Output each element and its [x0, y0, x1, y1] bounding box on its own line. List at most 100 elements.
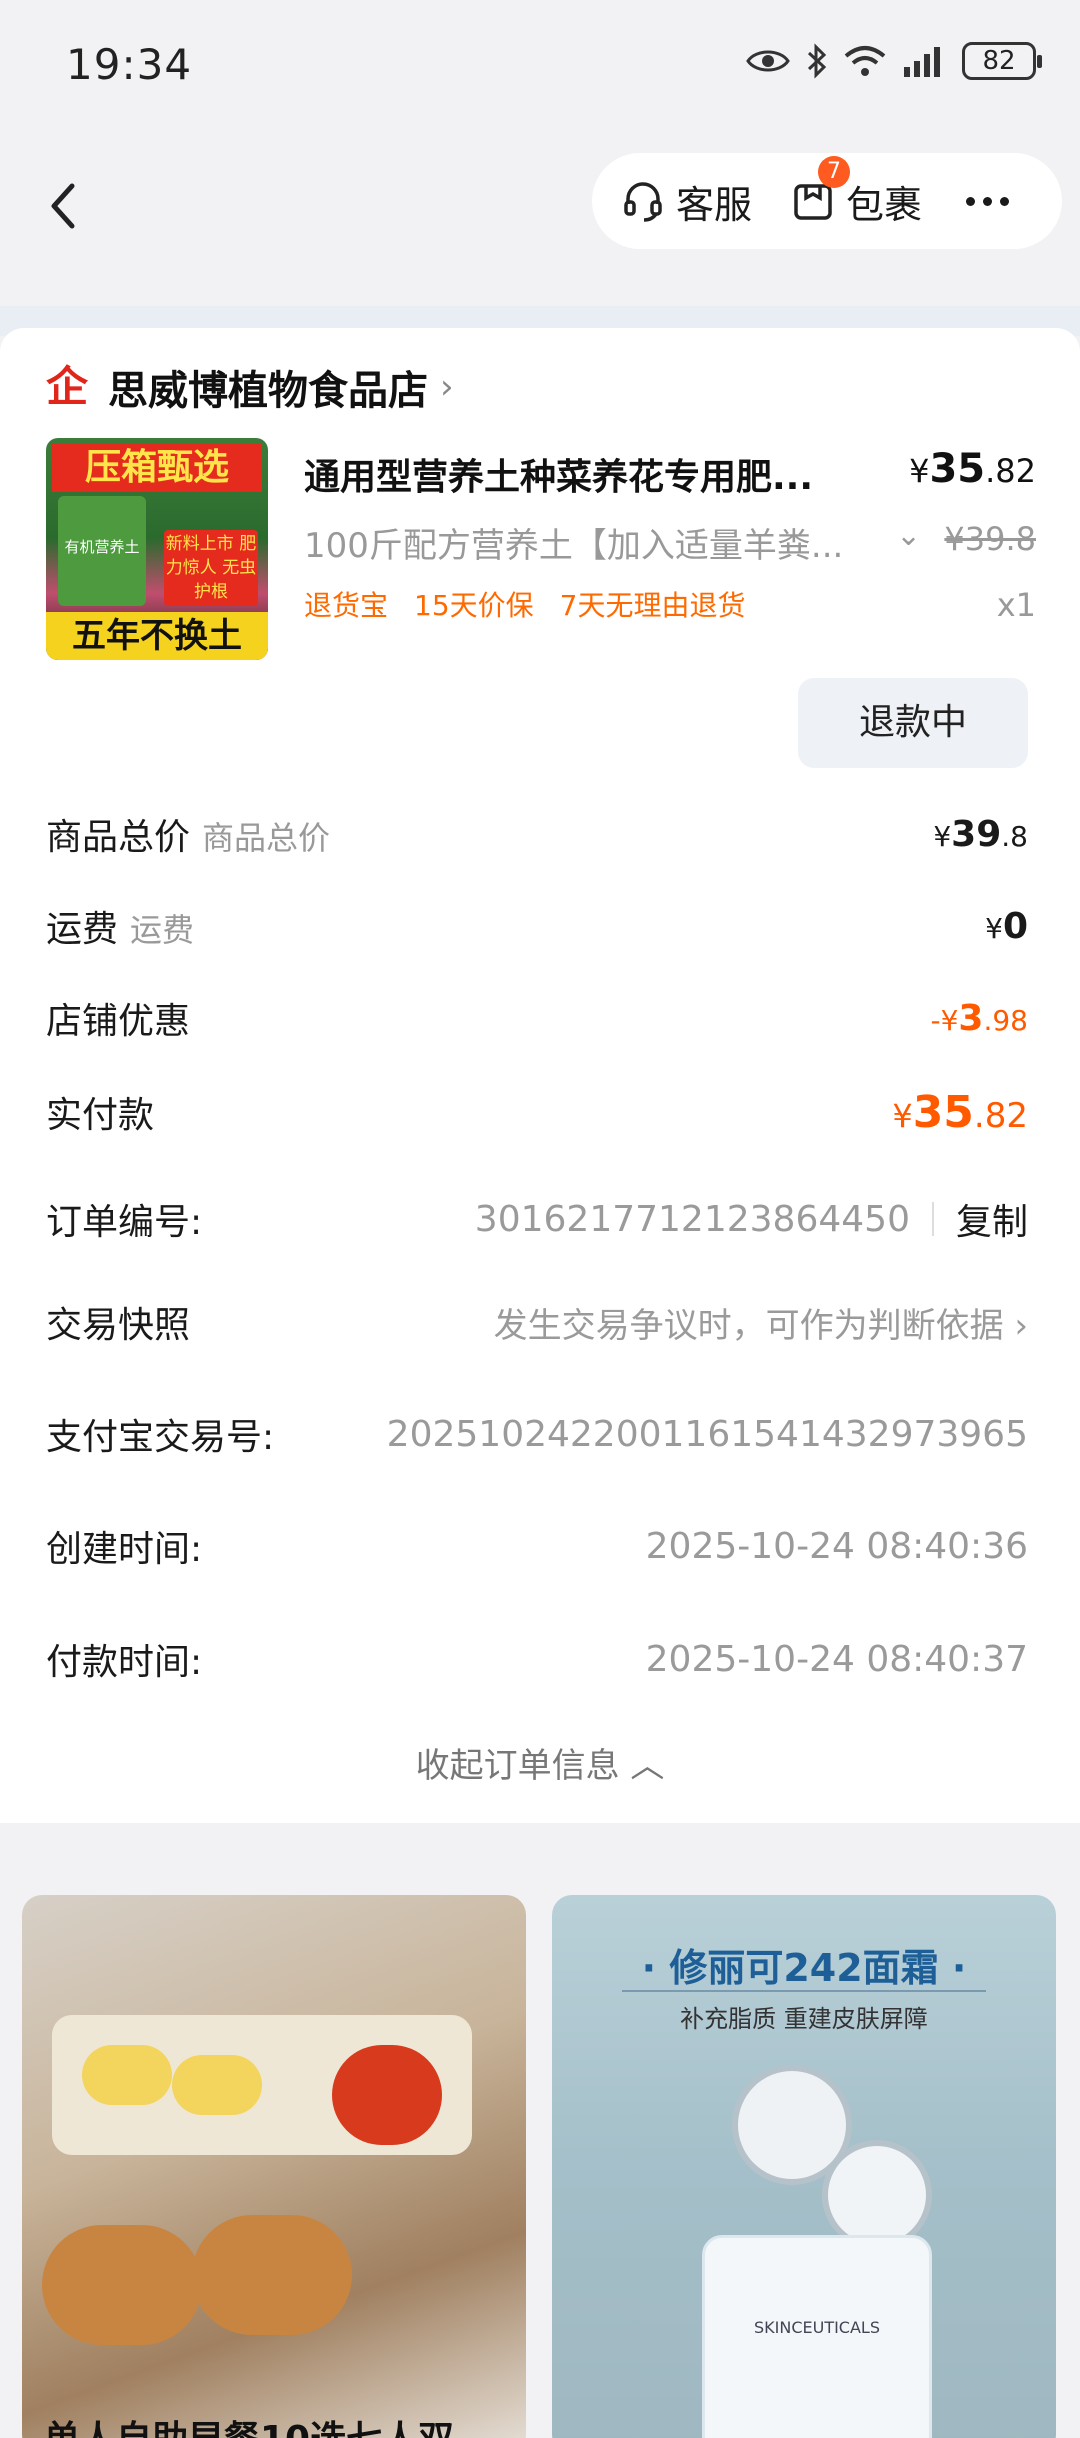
customer-service-label: 客服 — [676, 182, 753, 227]
goods-total-value: ¥39.8 — [933, 813, 1028, 855]
product-image-top-text: 压箱甄选 — [52, 444, 262, 492]
paid-time-row: 付款时间: 2025-10-24 08:40:37 — [46, 1633, 1028, 1685]
ad-jar-image: SKINCEUTICALS — [702, 2235, 932, 2438]
paid-dec: .82 — [973, 1095, 1028, 1136]
product-item[interactable]: 压箱甄选 有机营养土 新料上市 肥力惊人 无虫护根 五年不换土 通用型营养土种菜… — [46, 438, 1036, 668]
wifi-icon — [844, 46, 886, 76]
order-number-label: 订单编号: — [46, 1202, 203, 1243]
service-tag[interactable]: 15天价保 — [414, 584, 534, 624]
product-price: ¥35.82 — [909, 446, 1036, 492]
product-price-dec: .82 — [985, 452, 1036, 490]
shipping-row: 运费 运费 ¥0 — [46, 900, 1028, 952]
status-icons: 82 — [746, 42, 1042, 80]
snapshot-label: 交易快照 — [46, 1305, 191, 1346]
discount-value: -¥3.98 — [930, 998, 1028, 1039]
product-quantity: x1 — [996, 586, 1036, 624]
goods-total-row: 商品总价 商品总价 ¥39.8 — [46, 808, 1028, 860]
discount-label: 店铺优惠 — [46, 1001, 191, 1042]
more-dot-icon — [983, 196, 993, 206]
chevron-up-icon: ︿ — [630, 1746, 665, 1786]
product-image[interactable]: 压箱甄选 有机营养土 新料上市 肥力惊人 无虫护根 五年不换土 — [46, 438, 268, 660]
feed-left-caption: 单人自助早餐10选七人双 — [44, 2410, 454, 2438]
created-time: 2025-10-24 08:40:36 — [645, 1525, 1028, 1567]
paid-label: 实付款 — [46, 1095, 155, 1136]
discount-prefix: -¥ — [930, 1003, 959, 1037]
product-image-tag: 新料上市 肥力惊人 无虫护根 — [164, 530, 258, 606]
shipping-value: ¥0 — [985, 905, 1028, 947]
created-row: 创建时间: 2025-10-24 08:40:36 — [46, 1520, 1028, 1572]
copy-order-number-button[interactable]: 复制 — [956, 1193, 1028, 1245]
eye-icon — [746, 50, 790, 72]
alipay-row: 支付宝交易号: 2025102422001161541432973965 — [46, 1408, 1028, 1460]
shop-name: 思威博植物食品店 — [108, 368, 428, 414]
shipping-label-text: 运费 — [46, 909, 119, 950]
ad-jar-brand: SKINCEUTICALS — [753, 2318, 880, 2337]
package-button[interactable]: 7 包裹 — [792, 155, 923, 229]
food-bun-image — [42, 2225, 202, 2345]
shop-header[interactable]: 企 思威博植物食品店 › — [46, 358, 454, 416]
food-egg-image — [82, 2045, 172, 2105]
paid-int: 35 — [912, 1086, 974, 1138]
spec-chevron-down-icon[interactable]: ⌄ — [896, 518, 921, 553]
product-image-bag-label: 有机营养土 — [64, 538, 140, 556]
status-time: 19:34 — [66, 40, 193, 89]
product-price-int: 35 — [929, 446, 986, 492]
food-bun-image — [192, 2215, 352, 2335]
feed-card-skincare-ad[interactable]: · 修丽可242面霜 · 补充脂质 重建皮肤屏障 SKINCEUTICALS — [552, 1895, 1056, 2438]
food-tomato-image — [332, 2045, 442, 2145]
recommendation-feed: · 修丽可242面霜 · 补充脂质 重建皮肤屏障 SKINCEUTICALS — [0, 1845, 1080, 2438]
discount-int: 3 — [958, 997, 984, 1039]
more-dot-icon — [966, 196, 976, 206]
customer-service-button[interactable]: 客服 — [622, 174, 752, 229]
top-nav: 客服 7 包裹 — [0, 135, 1080, 280]
paid-value: ¥35.82 — [892, 1086, 1028, 1138]
created-label: 创建时间: — [46, 1529, 203, 1570]
ad-cream-circle-image — [822, 2140, 932, 2250]
snapshot-row[interactable]: 交易快照 发生交易争议时，可作为判断依据 › — [46, 1296, 1028, 1348]
discount-row: 店铺优惠 -¥3.98 — [46, 992, 1028, 1044]
back-button[interactable] — [28, 171, 98, 241]
snapshot-value: 发生交易争议时，可作为判断依据 › — [494, 1298, 1028, 1347]
chevron-left-icon — [51, 183, 75, 229]
collapse-label: 收起订单信息 — [415, 1746, 620, 1786]
ad-divider — [622, 1990, 986, 1992]
shipping-val: 0 — [1002, 905, 1028, 947]
enterprise-shop-icon: 企 — [46, 362, 89, 411]
food-egg-image — [172, 2055, 262, 2115]
status-bar: 19:34 82 — [0, 0, 1080, 135]
shipping-label: 运费 运费 — [46, 900, 194, 952]
service-tag[interactable]: 退货宝 — [304, 584, 388, 624]
goods-total-label-text: 商品总价 — [46, 817, 191, 858]
goods-total-int: 39 — [951, 813, 1002, 855]
goods-total-label: 商品总价 商品总价 — [46, 808, 330, 860]
product-service-tags: 退货宝 15天价保 7天无理由退货 — [304, 584, 745, 624]
nav-actions-pill: 客服 7 包裹 — [592, 153, 1062, 249]
chevron-right-icon: › — [1014, 1305, 1028, 1346]
divider — [931, 1202, 934, 1236]
headset-icon — [624, 182, 662, 222]
snapshot-text: 发生交易争议时，可作为判断依据 — [493, 1305, 1004, 1346]
product-spec[interactable]: 100斤配方营养土【加入适量羊粪... — [304, 518, 894, 567]
refund-status-button[interactable]: 退款中 — [798, 678, 1028, 768]
battery-indicator: 82 — [962, 42, 1042, 80]
shipping-sub: 运费 — [130, 911, 195, 949]
order-number-row: 订单编号: 3016217712123864450 复制 — [46, 1193, 1028, 1245]
package-count-badge: 7 — [818, 155, 851, 188]
chevron-right-icon: › — [440, 367, 454, 407]
goods-total-dec: .8 — [1001, 819, 1028, 853]
alipay-number: 2025102422001161541432973965 — [386, 1413, 1028, 1455]
feed-card-breakfast[interactable] — [22, 1895, 526, 2438]
service-tag[interactable]: 7天无理由退货 — [560, 584, 746, 624]
order-number: 3016217712123864450 — [474, 1198, 910, 1240]
order-card: 企 思威博植物食品店 › 压箱甄选 有机营养土 新料上市 肥力惊人 无虫护根 五… — [0, 328, 1080, 1823]
bluetooth-icon — [807, 43, 827, 79]
package-label: 包裹 — [846, 182, 923, 227]
collapse-order-info-button[interactable]: 收起订单信息 ︿ — [0, 1738, 1080, 1787]
order-number-wrap: 3016217712123864450 复制 — [475, 1193, 1028, 1245]
more-dot-icon — [1000, 196, 1010, 206]
ad-subtitle: 补充脂质 重建皮肤屏障 — [680, 2005, 928, 2033]
more-options-button[interactable] — [966, 196, 1010, 206]
paid-time-label: 付款时间: — [46, 1642, 203, 1683]
product-original-price: ¥39.8 — [944, 520, 1036, 558]
ad-title: · 修丽可242面霜 · — [641, 1946, 967, 1990]
